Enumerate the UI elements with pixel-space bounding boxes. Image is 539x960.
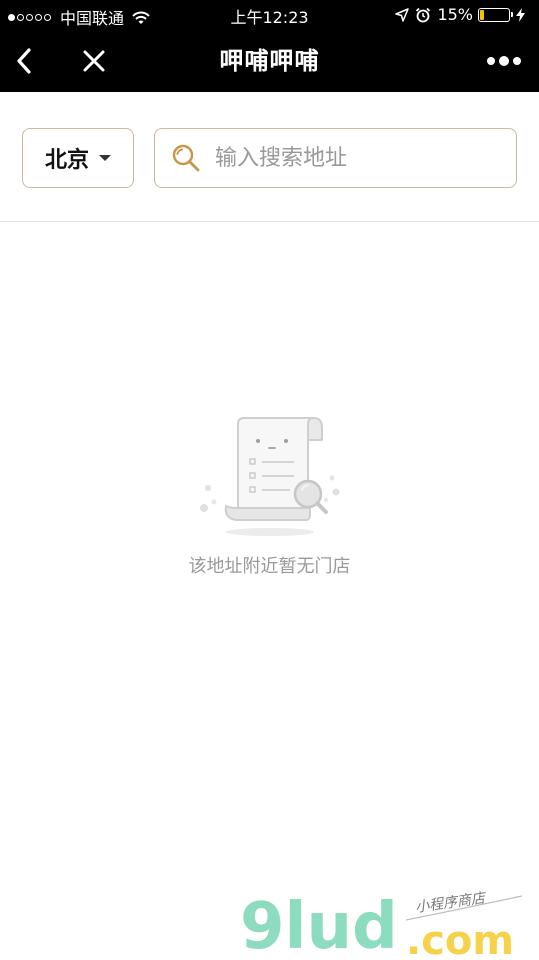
- watermark-tagline: 小程序商店: [414, 890, 488, 916]
- city-select[interactable]: 北京: [22, 128, 134, 188]
- charging-bolt-icon: [516, 7, 525, 22]
- status-bar: 中国联通 上午12:23 15%: [0, 0, 539, 30]
- watermark-logo: 9lud .com 小程序商店: [240, 890, 523, 960]
- search-input[interactable]: [215, 145, 505, 171]
- alarm-clock-icon: [416, 7, 431, 22]
- watermark-domain: .com: [406, 918, 514, 960]
- battery-icon: [478, 7, 513, 22]
- page-title: 呷哺呷哺: [219, 47, 320, 75]
- battery-fill: [480, 9, 484, 20]
- search-icon: [171, 143, 201, 173]
- battery-percent: 15%: [437, 5, 473, 24]
- search-box[interactable]: [154, 128, 517, 188]
- caret-down-icon: [99, 155, 111, 161]
- empty-message: 该地址附近暂无门店: [188, 556, 351, 577]
- page: 中国联通 上午12:23 15% 呷哺呷哺 北京 输入搜索地址 该地址附近暂无门…: [0, 0, 539, 960]
- search-row: 北京: [0, 92, 539, 222]
- more-button[interactable]: [479, 30, 529, 92]
- status-right: 15%: [395, 5, 531, 24]
- more-dots-icon: [487, 56, 521, 66]
- empty-receipt-search-icon: [199, 417, 339, 536]
- location-arrow-icon: [395, 7, 410, 22]
- empty-state: 该地址附近暂无门店: [0, 410, 539, 578]
- watermark-brand: 9lud: [240, 890, 398, 960]
- city-label: 北京: [44, 148, 89, 173]
- nav-bar: 呷哺呷哺: [0, 30, 539, 92]
